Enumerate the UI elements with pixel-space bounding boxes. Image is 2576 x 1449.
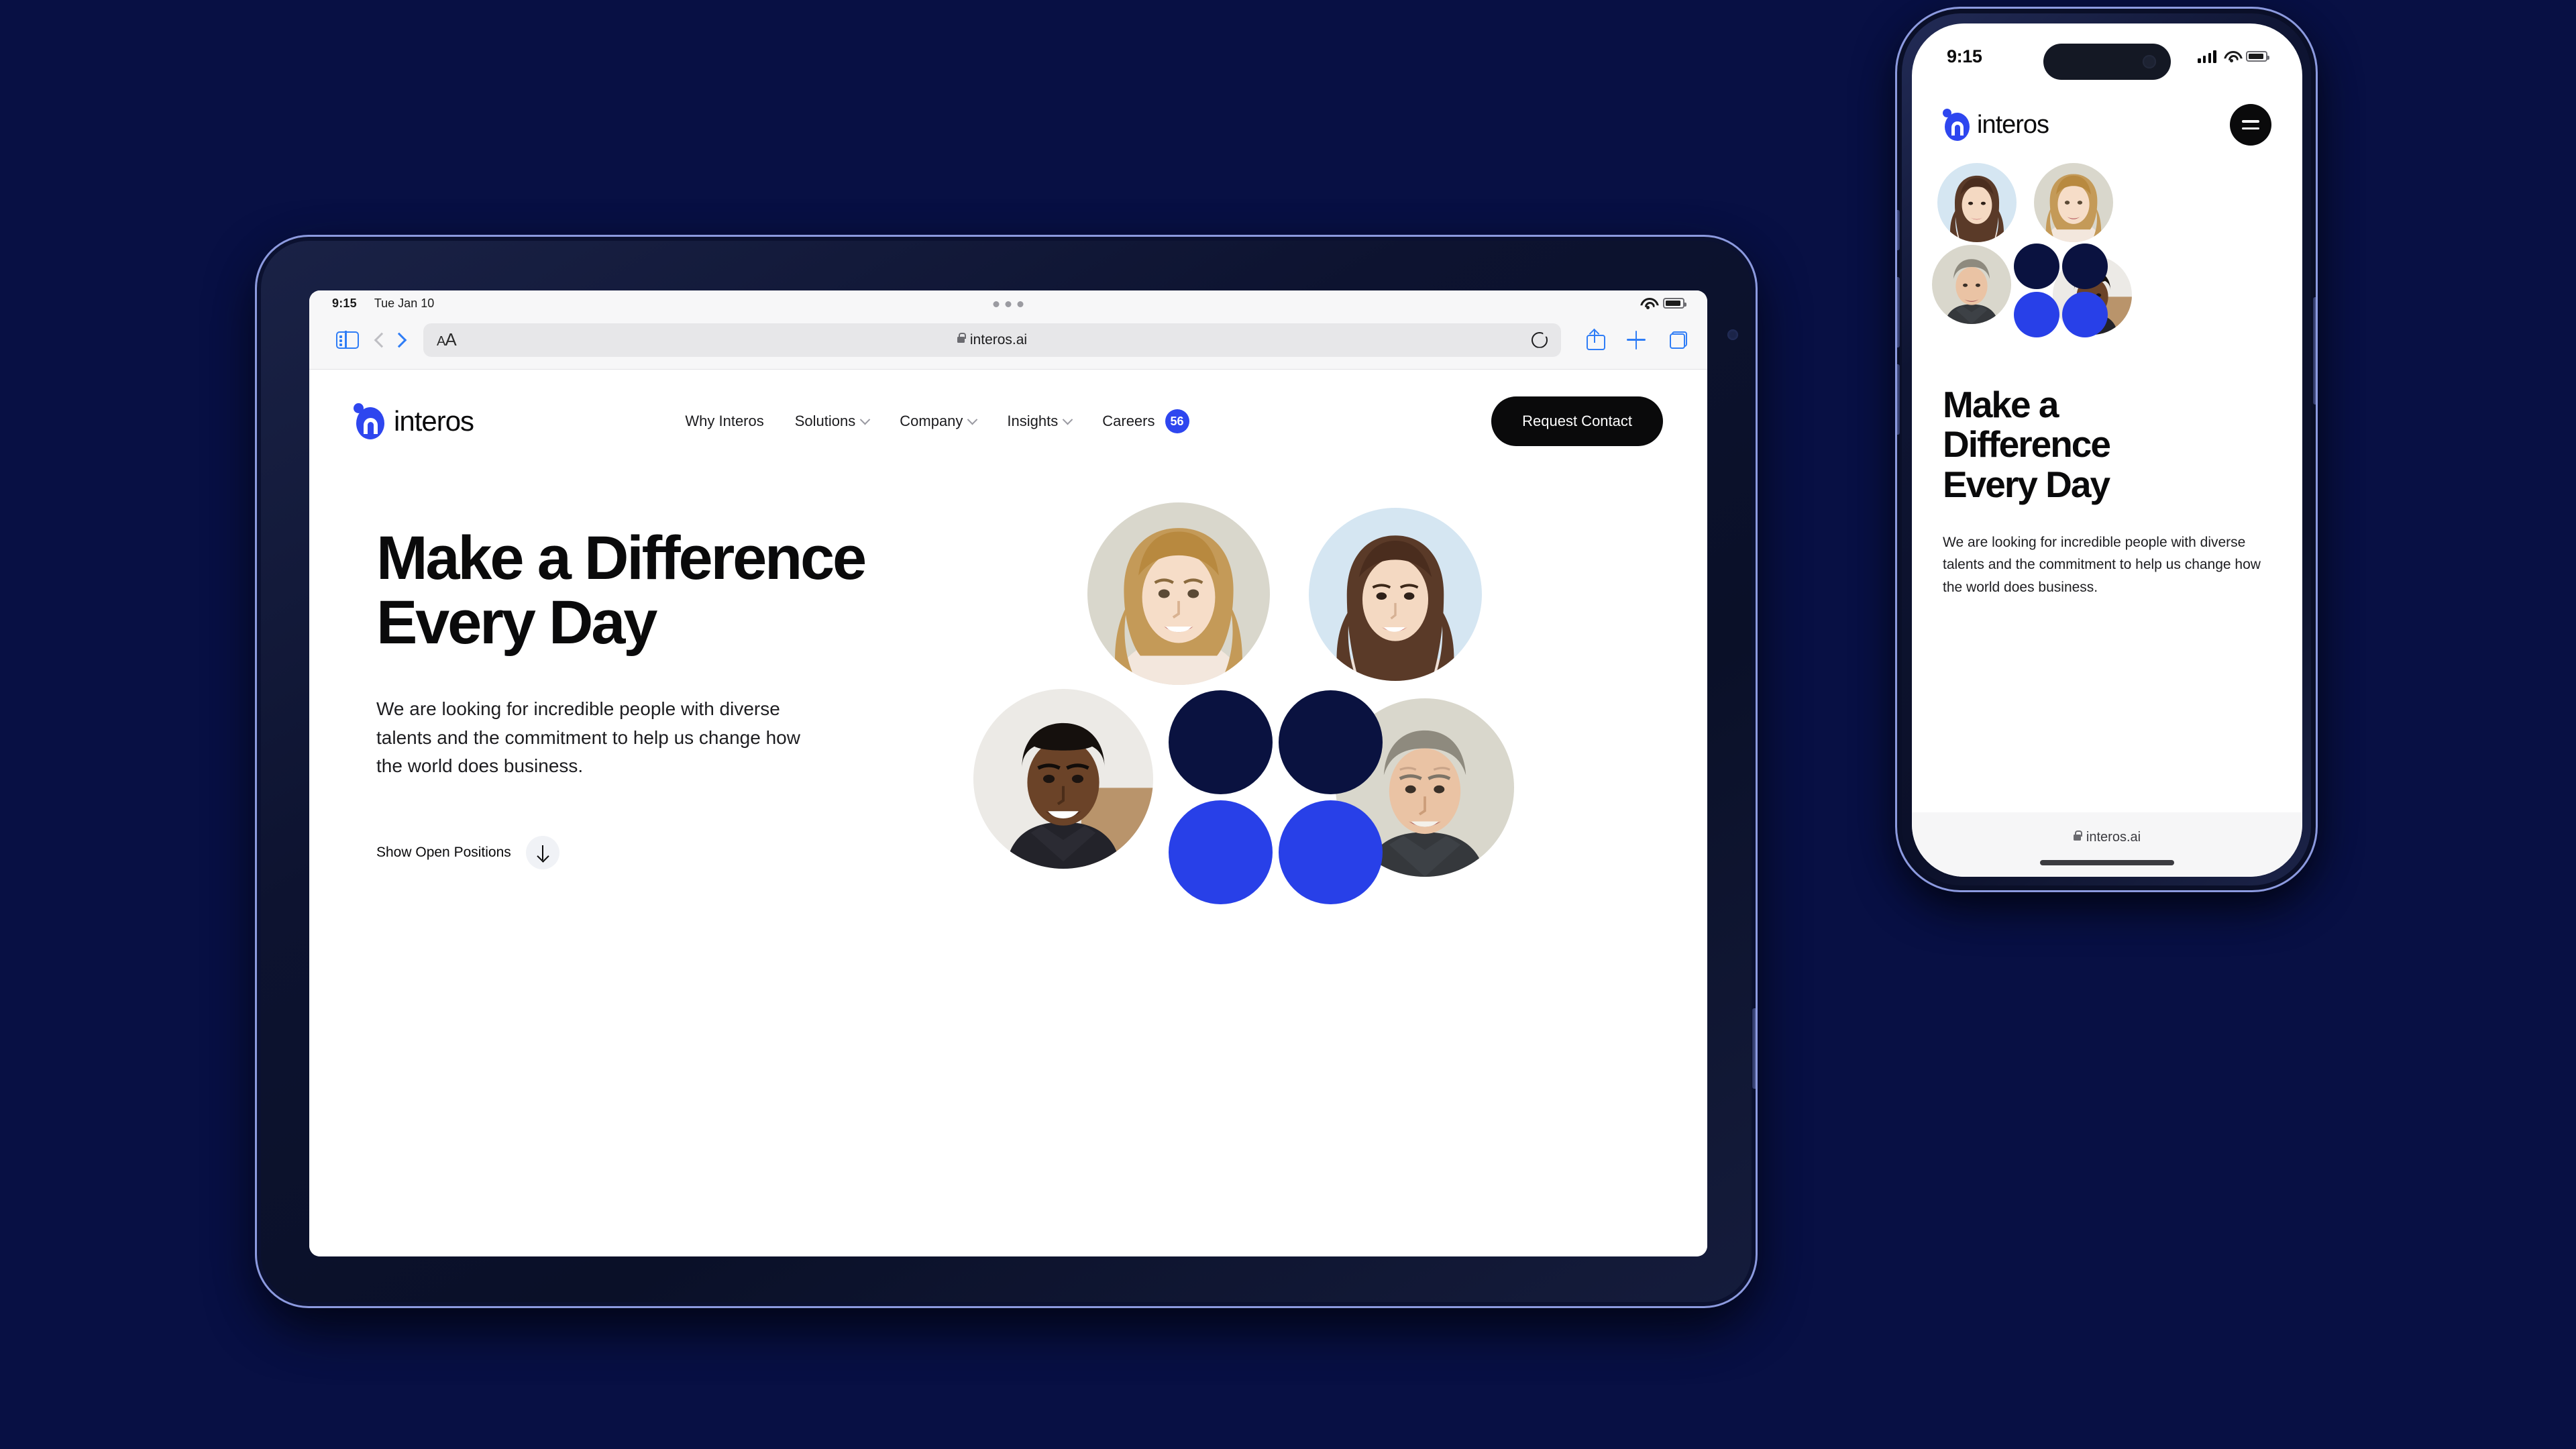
- circle-blue-left: [1169, 800, 1273, 904]
- circle-navy-left: [1169, 690, 1273, 794]
- hamburger-menu-icon[interactable]: [2230, 104, 2271, 146]
- tabs-overview-icon[interactable]: [1670, 331, 1687, 349]
- url-display: interos.ai: [423, 332, 1561, 348]
- url-text: interos.ai: [969, 331, 1028, 347]
- iphone-heading-line-1: Make a: [1943, 384, 2059, 425]
- nav-label: Company: [900, 413, 963, 429]
- website-content: interos Why Interos Solutions Company In…: [309, 370, 1707, 1256]
- lock-icon: [957, 333, 966, 343]
- safari-toolbar-right: [1580, 328, 1687, 350]
- portrait-asian-woman: [1937, 163, 2017, 242]
- interos-logo-text: interos: [394, 405, 474, 437]
- show-open-positions-label: Show Open Positions: [376, 844, 511, 860]
- iphone-volume-up-button[interactable]: [1897, 277, 1900, 347]
- nav-item-solutions[interactable]: Solutions: [794, 413, 871, 430]
- iphone-screen: 9:15 interos Make a Difference Every Day…: [1912, 23, 2302, 877]
- interos-logo-mark-icon: [1943, 109, 1970, 141]
- interos-logo-mark-icon: [354, 403, 384, 439]
- portrait-blonde-woman: [2034, 163, 2113, 242]
- show-open-positions-link[interactable]: Show Open Positions: [376, 835, 953, 869]
- screenshot-canvas: 9:15 Tue Jan 10 AA interos.ai interos Wh…: [0, 0, 2576, 1449]
- portrait-asian-woman: [1309, 508, 1482, 681]
- ipad-status-indicators: [1640, 298, 1686, 309]
- ipad-status-time: 9:15: [332, 296, 357, 310]
- iphone-browser-bar: interos.ai: [1912, 812, 2302, 877]
- nav-label: Why Interos: [685, 413, 764, 429]
- iphone-hero-lead: We are looking for incredible people wit…: [1943, 535, 2261, 595]
- nav-item-why-interos[interactable]: Why Interos: [685, 413, 763, 430]
- hero-text-column: Make a Difference Every Day We are looki…: [309, 524, 953, 959]
- circle-blue-left: [2014, 292, 2059, 337]
- iphone-url-text: interos.ai: [2086, 830, 2141, 845]
- iphone-status-bar: 9:15: [1912, 23, 2302, 93]
- circle-blue-right: [2062, 292, 2108, 337]
- iphone-frame: 9:15 interos Make a Difference Every Day…: [1895, 7, 2318, 892]
- iphone-hero-heading: Make a Difference Every Day: [1912, 384, 2302, 505]
- ipad-frame: 9:15 Tue Jan 10 AA interos.ai interos Wh…: [255, 235, 1758, 1308]
- site-navbar: interos Why Interos Solutions Company In…: [309, 370, 1707, 446]
- plus-icon[interactable]: [1627, 330, 1646, 350]
- wifi-icon: [1640, 298, 1655, 309]
- iphone-photo-cluster: [1912, 163, 2302, 361]
- ipad-device: 9:15 Tue Jan 10 AA interos.ai interos Wh…: [255, 235, 1758, 1322]
- nav-label: Solutions: [794, 413, 856, 429]
- battery-icon: [1663, 298, 1686, 309]
- ipad-side-button[interactable]: [1752, 1008, 1756, 1089]
- hero-heading-line-1: Make a Difference: [376, 524, 867, 592]
- iphone-device: 9:15 interos Make a Difference Every Day…: [1895, 7, 2324, 906]
- sidebar-toggle-icon[interactable]: [329, 324, 366, 356]
- hero-heading-line-2: Every Day: [376, 588, 657, 657]
- iphone-site-navbar: interos: [1912, 93, 2302, 146]
- circle-navy-right: [2062, 244, 2108, 289]
- hero-lead-paragraph: We are looking for incredible people wit…: [376, 698, 800, 777]
- arrow-down-icon[interactable]: [525, 835, 559, 869]
- chevron-down-icon: [859, 414, 871, 425]
- iphone-status-time: 9:15: [1947, 46, 1982, 66]
- url-bar[interactable]: AA interos.ai: [423, 323, 1561, 357]
- portrait-black-man: [973, 689, 1153, 869]
- portrait-older-man: [1932, 245, 2011, 324]
- portrait-blonde-woman: [1087, 502, 1270, 685]
- interos-logo[interactable]: interos: [354, 403, 474, 439]
- iphone-power-button[interactable]: [2313, 297, 2316, 405]
- hero-heading: Make a Difference Every Day: [376, 524, 953, 657]
- three-dots-icon[interactable]: [993, 301, 1024, 307]
- nav-label: Careers: [1102, 413, 1155, 429]
- wifi-icon: [2224, 51, 2239, 62]
- hero-section: Make a Difference Every Day We are looki…: [309, 446, 1707, 959]
- iphone-heading-line-3: Every Day: [1943, 463, 2110, 505]
- circle-navy-left: [2014, 244, 2059, 289]
- iphone-heading-line-2: Difference: [1943, 423, 2111, 466]
- chevron-down-icon: [1062, 414, 1073, 425]
- interos-logo-text: interos: [1977, 110, 2049, 139]
- battery-icon: [2246, 51, 2269, 62]
- nav-label: Insights: [1007, 413, 1059, 429]
- iphone-mute-switch[interactable]: [1897, 210, 1900, 250]
- safari-toolbar: AA interos.ai: [309, 316, 1707, 370]
- chevron-left-icon[interactable]: [374, 332, 390, 347]
- iphone-volume-down-button[interactable]: [1897, 364, 1900, 435]
- iphone-status-indicators: [2198, 50, 2269, 63]
- ipad-camera-icon: [1727, 329, 1738, 340]
- nav-item-insights[interactable]: Insights: [1007, 413, 1073, 430]
- ipad-status-date: Tue Jan 10: [374, 296, 435, 310]
- circle-blue-right: [1279, 800, 1383, 904]
- ipad-screen: 9:15 Tue Jan 10 AA interos.ai interos Wh…: [309, 290, 1707, 1256]
- ipad-status-bar: 9:15 Tue Jan 10: [309, 290, 1707, 316]
- site-nav-items: Why Interos Solutions Company Insights C…: [625, 409, 1189, 433]
- chevron-down-icon: [967, 414, 978, 425]
- nav-item-careers[interactable]: Careers 56: [1102, 409, 1189, 433]
- chevron-right-icon[interactable]: [391, 332, 407, 347]
- nav-item-company[interactable]: Company: [900, 413, 978, 430]
- careers-count-badge: 56: [1165, 409, 1189, 433]
- hero-photo-cluster: [973, 502, 1514, 959]
- share-icon[interactable]: [1587, 328, 1605, 350]
- iphone-url-display[interactable]: interos.ai: [2073, 830, 2141, 845]
- lock-icon: [2073, 830, 2082, 841]
- circle-navy-right: [1279, 690, 1383, 794]
- home-indicator[interactable]: [2040, 860, 2174, 865]
- cellular-signal-icon: [2198, 50, 2216, 63]
- request-contact-button[interactable]: Request Contact: [1491, 396, 1663, 446]
